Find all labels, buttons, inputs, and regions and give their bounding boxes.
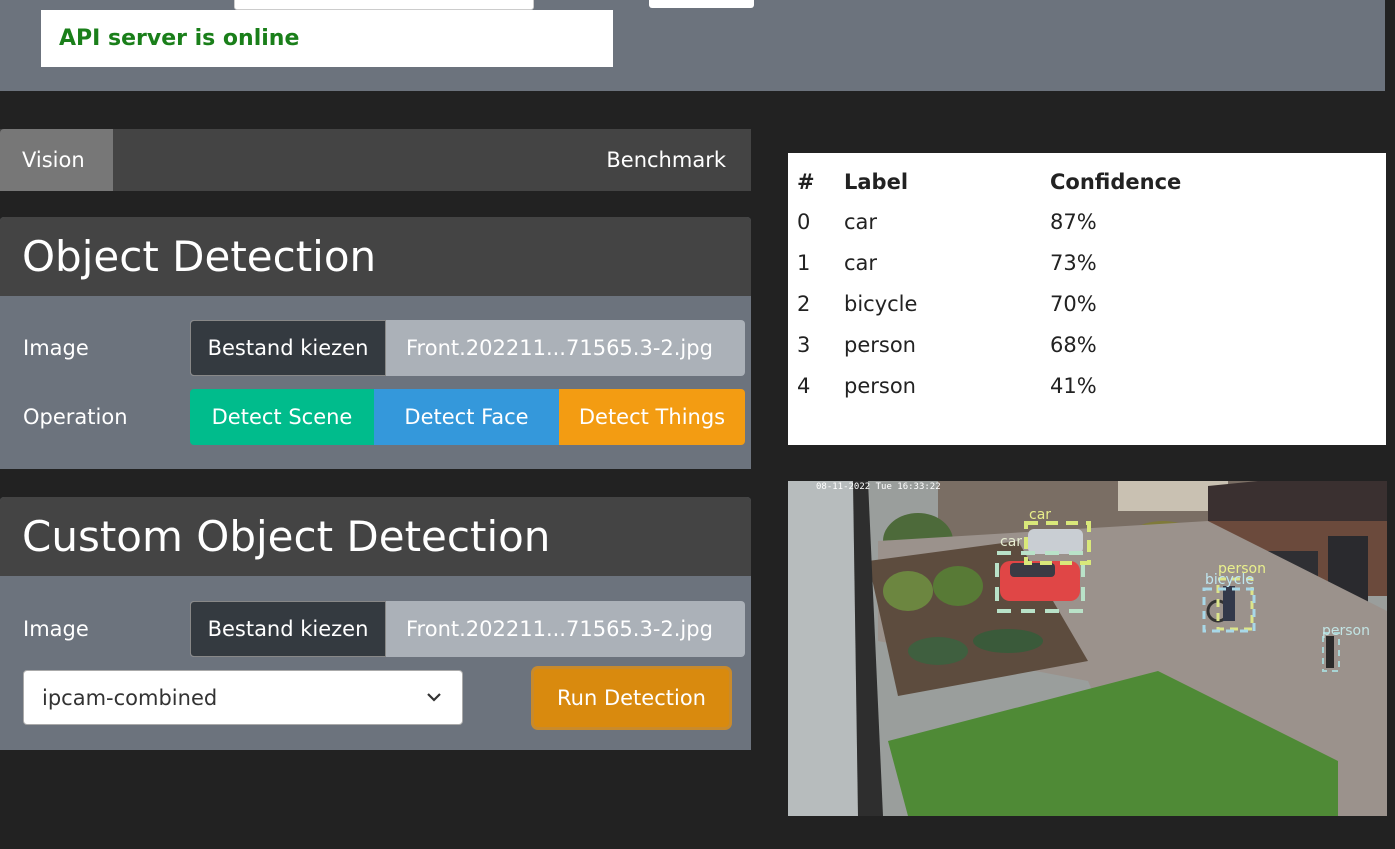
row-confidence: 73% [1050, 250, 1097, 275]
row-index: 0 [797, 209, 811, 234]
table-row: 0 car 87% [796, 201, 1251, 242]
row-label: car [844, 209, 878, 234]
row-confidence: 41% [1050, 373, 1097, 398]
operation-row: Operation Detect Scene Detect Face Detec… [0, 389, 751, 445]
box-label: person [1322, 623, 1370, 639]
custom-choose-file-button[interactable]: Bestand kiezen [190, 601, 386, 657]
row-confidence: 70% [1050, 291, 1097, 316]
connect-button[interactable] [649, 0, 754, 8]
operation-label: Operation [23, 405, 128, 429]
model-select-value: ipcam-combined [42, 685, 218, 710]
camera-scene: 08-11-2022 Tue 16:33:22 car car person b… [788, 481, 1387, 816]
detection-result-image: 08-11-2022 Tue 16:33:22 car car person b… [788, 481, 1387, 816]
row-label: person [844, 332, 916, 357]
table-row: 1 car 73% [796, 242, 1251, 283]
custom-image-row: Image Bestand kiezen Front.202211...7156… [0, 601, 751, 657]
row-index: 2 [797, 291, 811, 316]
box-label: car [1000, 534, 1022, 550]
row-label: person [844, 373, 916, 398]
image-row: Image Bestand kiezen Front.202211...7156… [0, 320, 751, 376]
header-confidence: Confidence [1050, 170, 1182, 194]
custom-image-file-input[interactable]: Bestand kiezen Front.202211...71565.3-2.… [190, 601, 745, 657]
choose-file-button[interactable]: Bestand kiezen [190, 320, 386, 376]
status-message: API server is online [59, 26, 300, 51]
row-confidence: 87% [1050, 209, 1097, 234]
file-name: Front.202211...71565.3-2.jpg [406, 336, 713, 360]
image-file-input[interactable]: Bestand kiezen Front.202211...71565.3-2.… [190, 320, 745, 376]
object-detection-panel: Object Detection Image Bestand kiezen Fr… [0, 217, 751, 469]
table-row: 2 bicycle 70% [796, 283, 1251, 324]
results-table-container: # Label Confidence 0 car 87% 1 car 73% 2… [788, 153, 1386, 445]
tab-vision[interactable]: Vision [0, 129, 113, 191]
status-box: API server is online [41, 10, 613, 67]
row-index: 1 [797, 250, 811, 275]
camera-timestamp: 08-11-2022 Tue 16:33:22 [816, 482, 941, 492]
row-label: bicycle [844, 291, 918, 316]
results-table: # Label Confidence 0 car 87% 1 car 73% 2… [796, 163, 1251, 406]
tab-bar: Vision Benchmark [0, 129, 751, 191]
model-row: ipcam-combined Run Detection [0, 666, 751, 730]
table-row: 3 person 68% [796, 324, 1251, 365]
custom-image-label: Image [23, 617, 89, 641]
image-label: Image [23, 336, 89, 360]
run-detection-button[interactable]: Run Detection [531, 666, 732, 730]
detect-face-button[interactable]: Detect Face [374, 389, 559, 445]
table-row: 4 person 41% [796, 365, 1251, 406]
header-label: Label [844, 170, 909, 194]
custom-detection-title: Custom Object Detection [0, 497, 751, 576]
custom-file-name: Front.202211...71565.3-2.jpg [406, 617, 713, 641]
custom-detection-panel: Custom Object Detection Image Bestand ki… [0, 497, 751, 750]
box-label: bicycle [1205, 572, 1254, 588]
box-label: car [1029, 507, 1051, 523]
detect-scene-button[interactable]: Detect Scene [190, 389, 374, 445]
table-header-row: # Label Confidence [796, 163, 1251, 201]
run-detection-label: Run Detection [534, 669, 729, 727]
row-label: car [844, 250, 878, 275]
top-bar: API server is online [0, 0, 1385, 91]
model-select[interactable]: ipcam-combined [23, 670, 463, 725]
row-confidence: 68% [1050, 332, 1097, 357]
chevron-down-icon [427, 693, 441, 702]
api-url-input[interactable] [234, 0, 534, 10]
header-index: # [797, 170, 815, 194]
tab-benchmark[interactable]: Benchmark [584, 129, 748, 191]
object-detection-title: Object Detection [0, 217, 751, 296]
row-index: 3 [797, 332, 811, 357]
row-index: 4 [797, 373, 811, 398]
detect-things-button[interactable]: Detect Things [559, 389, 745, 445]
